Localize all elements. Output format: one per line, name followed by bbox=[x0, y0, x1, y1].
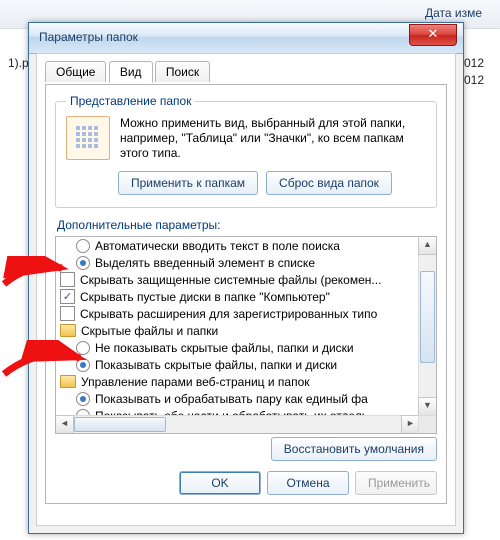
option-row[interactable]: Не показывать скрытые файлы, папки и дис… bbox=[56, 339, 419, 356]
horizontal-scrollbar[interactable]: ◄ ► bbox=[56, 415, 436, 433]
option-label: Управление парами веб-страниц и папок bbox=[81, 375, 310, 389]
scroll-left-button[interactable]: ◄ bbox=[55, 415, 74, 434]
apply-button[interactable]: Применить bbox=[355, 471, 437, 495]
folder-icon bbox=[60, 324, 76, 337]
option-label: Выделять введенный элемент в списке bbox=[95, 256, 315, 270]
option-label: Показывать и обрабатывать пару как едины… bbox=[95, 392, 368, 406]
radio-icon[interactable] bbox=[76, 358, 90, 372]
option-row[interactable]: Показывать скрытые файлы, папки и диски bbox=[56, 356, 419, 373]
checkbox-icon[interactable] bbox=[60, 306, 75, 321]
tab-search[interactable]: Поиск bbox=[155, 61, 210, 82]
radio-icon[interactable] bbox=[76, 256, 90, 270]
folder-views-icon bbox=[66, 116, 110, 160]
scroll-up-button[interactable]: ▲ bbox=[418, 236, 437, 255]
cancel-button[interactable]: Отмена bbox=[267, 471, 349, 495]
option-row[interactable]: Автоматически вводить текст в поле поиск… bbox=[56, 237, 419, 254]
folder-views-legend: Представление папок bbox=[66, 94, 195, 108]
option-label: Скрывать расширения для зарегистрированн… bbox=[80, 307, 377, 321]
advanced-settings-label: Дополнительные параметры: bbox=[57, 218, 437, 232]
apply-to-folders-button[interactable]: Применить к папкам bbox=[118, 171, 258, 195]
ok-button[interactable]: OK bbox=[179, 471, 261, 495]
folder-views-text: Можно применить вид, выбранный для этой … bbox=[120, 116, 426, 161]
checkbox-icon[interactable]: ✓ bbox=[60, 289, 75, 304]
option-row[interactable]: Скрывать защищенные системные файлы (рек… bbox=[56, 271, 419, 288]
radio-icon[interactable] bbox=[76, 392, 90, 406]
option-row[interactable]: Выделять введенный элемент в списке bbox=[56, 254, 419, 271]
radio-icon[interactable] bbox=[76, 341, 90, 355]
scrollbar-corner bbox=[418, 415, 437, 434]
tabstrip: Общие Вид Поиск bbox=[45, 60, 447, 84]
vertical-scroll-thumb[interactable] bbox=[420, 271, 435, 363]
option-label: Скрывать защищенные системные файлы (рек… bbox=[80, 273, 381, 287]
folder-views-group: Представление папок Можно применить вид,… bbox=[55, 94, 437, 208]
vertical-scrollbar[interactable]: ▲ ▼ bbox=[418, 237, 436, 416]
option-label: Не показывать скрытые файлы, папки и дис… bbox=[95, 341, 354, 355]
close-button[interactable]: ✕ bbox=[409, 24, 457, 46]
option-row[interactable]: Показывать и обрабатывать пару как едины… bbox=[56, 390, 419, 407]
folder-options-dialog: Параметры папок ✕ Общие Вид Поиск Предст… bbox=[28, 22, 464, 534]
option-label: Скрывать пустые диски в папке "Компьютер… bbox=[80, 290, 330, 304]
restore-defaults-button[interactable]: Восстановить умолчания bbox=[271, 437, 437, 461]
option-label: Скрытые файлы и папки bbox=[81, 324, 218, 338]
option-row[interactable]: Скрывать расширения для зарегистрированн… bbox=[56, 305, 419, 322]
tab-view-panel: Представление папок Можно применить вид,… bbox=[45, 84, 447, 504]
advanced-settings-list[interactable]: Автоматически вводить текст в поле поиск… bbox=[55, 236, 437, 434]
titlebar[interactable]: Параметры папок ✕ bbox=[29, 23, 463, 54]
option-row[interactable]: Скрытые файлы и папки bbox=[56, 322, 419, 339]
tab-general[interactable]: Общие bbox=[45, 61, 106, 82]
dialog-client-area: Общие Вид Поиск Представление папок Можн… bbox=[36, 53, 456, 526]
option-label: Показывать скрытые файлы, папки и диски bbox=[95, 358, 337, 372]
checkbox-icon[interactable] bbox=[60, 272, 75, 287]
tab-view[interactable]: Вид bbox=[109, 61, 153, 83]
option-row[interactable]: ✓ Скрывать пустые диски в папке "Компьюте… bbox=[56, 288, 419, 305]
reset-folders-button[interactable]: Сброс вида папок bbox=[266, 171, 392, 195]
dialog-title: Параметры папок bbox=[39, 30, 138, 44]
option-label: Автоматически вводить текст в поле поиск… bbox=[95, 239, 340, 253]
close-icon: ✕ bbox=[428, 26, 439, 41]
scroll-down-button[interactable]: ▼ bbox=[418, 397, 437, 416]
folder-icon bbox=[60, 375, 76, 388]
column-header-date: Дата изме bbox=[425, 6, 482, 20]
radio-icon[interactable] bbox=[76, 239, 90, 253]
horizontal-scroll-thumb[interactable] bbox=[74, 417, 166, 432]
option-row[interactable]: Управление парами веб-страниц и папок bbox=[56, 373, 419, 390]
